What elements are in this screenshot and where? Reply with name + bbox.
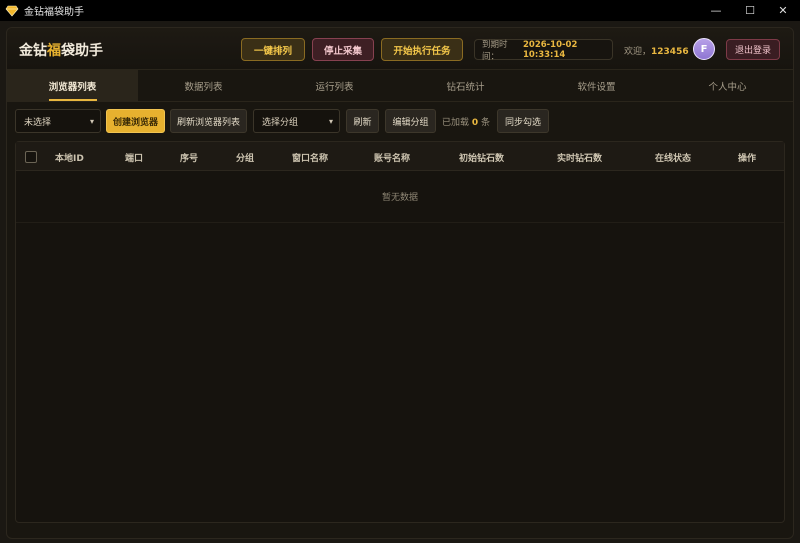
arrange-button[interactable]: 一键排列 xyxy=(241,38,305,61)
tab-data-list[interactable]: 数据列表 xyxy=(138,70,269,102)
welcome-label: 欢迎， xyxy=(624,47,652,57)
chevron-down-icon: ▾ xyxy=(89,116,94,126)
tab-personal-center[interactable]: 个人中心 xyxy=(662,70,793,102)
minimize-button[interactable]: — xyxy=(699,0,733,21)
tab-diamond-stats[interactable]: 钻石统计 xyxy=(400,70,531,102)
column-local-id[interactable]: 本地ID xyxy=(55,151,84,164)
refresh-browser-list-button[interactable]: 刷新浏览器列表 xyxy=(170,109,247,133)
brand-prefix: 金钻 xyxy=(19,43,47,59)
empty-state: 暂无数据 xyxy=(16,171,784,223)
app-window: 金钻福袋助手 — ☐ ✕ 金钻福袋助手 一键排列 停止采集 开始执行任务 到期时… xyxy=(0,0,800,543)
table-header: 本地ID 端口 序号 分组 窗口名称 账号名称 初始钻石数 实时钻石数 在线状态… xyxy=(16,142,784,171)
logout-button[interactable]: 退出登录 xyxy=(726,39,780,60)
column-window-name[interactable]: 窗口名称 xyxy=(292,151,328,164)
loaded-prefix: 已加载 xyxy=(442,118,470,128)
avatar[interactable]: F xyxy=(693,38,715,60)
column-account-name[interactable]: 账号名称 xyxy=(374,151,410,164)
brand-title: 金钻福袋助手 xyxy=(19,40,103,60)
close-button[interactable]: ✕ xyxy=(766,0,800,21)
stop-collect-button[interactable]: 停止采集 xyxy=(312,38,374,61)
loaded-suffix: 条 xyxy=(481,118,491,128)
column-live-diamonds[interactable]: 实时钻石数 xyxy=(557,151,602,164)
maximize-icon: ☐ xyxy=(745,4,755,17)
group-select[interactable]: 选择分组 ▾ xyxy=(253,109,340,133)
username: 123456 xyxy=(651,47,689,57)
refresh-button[interactable]: 刷新 xyxy=(346,109,379,133)
column-group[interactable]: 分组 xyxy=(236,151,254,164)
select-all-checkbox[interactable] xyxy=(25,151,37,163)
column-initial-diamonds[interactable]: 初始钻石数 xyxy=(459,151,504,164)
minimize-icon: — xyxy=(710,4,722,17)
column-index[interactable]: 序号 xyxy=(180,151,198,164)
expire-value: 2026-10-02 10:33:14 xyxy=(522,39,578,60)
main-tabs: 浏览器列表 数据列表 运行列表 钻石统计 软件设置 个人中心 xyxy=(7,70,793,102)
column-actions[interactable]: 操作 xyxy=(738,151,756,164)
column-online-status[interactable]: 在线状态 xyxy=(655,151,691,164)
app-header: 金钻福袋助手 一键排列 停止采集 开始执行任务 到期时间： 2026-10-02… xyxy=(7,28,793,70)
brand-accent: 福 xyxy=(47,43,61,59)
window-titlebar[interactable]: 金钻福袋助手 — ☐ ✕ xyxy=(0,0,800,21)
start-task-button[interactable]: 开始执行任务 xyxy=(381,38,463,61)
group-select-value: 选择分组 xyxy=(262,117,299,128)
browser-table: 本地ID 端口 序号 分组 窗口名称 账号名称 初始钻石数 实时钻石数 在线状态… xyxy=(15,141,785,523)
chevron-down-icon: ▾ xyxy=(328,116,333,126)
diamond-icon xyxy=(5,5,19,16)
filter-select[interactable]: 未选择 ▾ xyxy=(15,109,101,133)
app-frame: 金钻福袋助手 一键排列 停止采集 开始执行任务 到期时间： 2026-10-02… xyxy=(6,27,794,539)
welcome-text: 欢迎，123456 xyxy=(624,44,689,57)
empty-text: 暂无数据 xyxy=(381,193,418,203)
sync-check-button[interactable]: 同步勾选 xyxy=(497,109,549,133)
maximize-button[interactable]: ☐ xyxy=(733,0,767,21)
close-icon: ✕ xyxy=(778,4,788,17)
brand-suffix: 袋助手 xyxy=(61,43,103,59)
filter-select-value: 未选择 xyxy=(24,117,52,128)
edit-group-button[interactable]: 编辑分组 xyxy=(385,109,436,133)
column-port[interactable]: 端口 xyxy=(125,151,143,164)
tab-browser-list[interactable]: 浏览器列表 xyxy=(7,70,138,102)
window-title: 金钻福袋助手 xyxy=(24,7,84,18)
tab-run-list[interactable]: 运行列表 xyxy=(269,70,400,102)
expire-label: 到期时间： xyxy=(482,39,508,62)
loaded-count: 0 xyxy=(471,118,479,128)
tab-software-settings[interactable]: 软件设置 xyxy=(531,70,662,102)
loaded-count-text: 已加载 0 条 xyxy=(442,115,490,128)
expire-info: 到期时间： 2026-10-02 10:33:14 xyxy=(474,39,613,62)
create-browser-button[interactable]: 创建浏览器 xyxy=(106,109,165,133)
browser-toolbar: 未选择 ▾ 创建浏览器 刷新浏览器列表 选择分组 ▾ 刷新 编辑分组 已加载 0… xyxy=(15,109,785,133)
